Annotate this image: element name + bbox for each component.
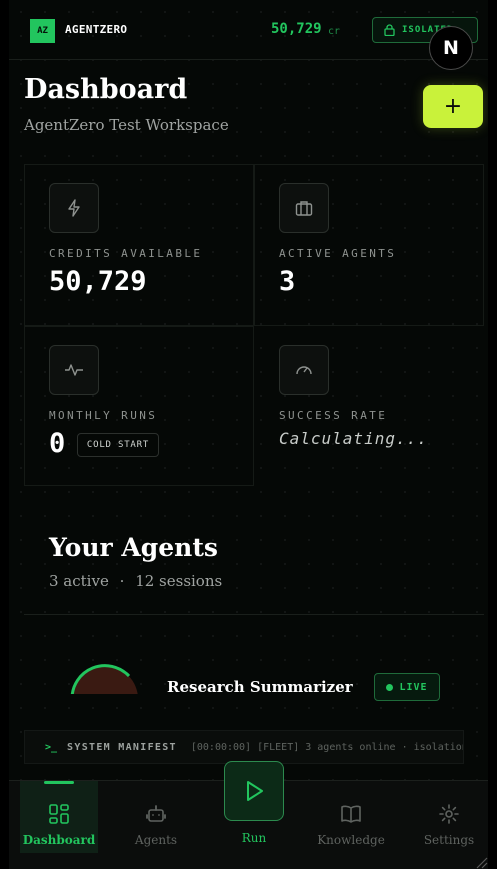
- nav-agents[interactable]: Agents: [117, 781, 195, 853]
- app-frame: AZ AGENTZERO 50,729 cr ISOLATED N Dashbo…: [9, 0, 488, 869]
- section-divider: [24, 614, 484, 615]
- agents-session-count: 12 sessions: [135, 572, 223, 590]
- terminal-prompt-icon: >_: [45, 741, 58, 753]
- robot-icon: [146, 805, 166, 822]
- manifest-log: [00:00:00] [FLEET] 3 agents online · iso…: [190, 741, 464, 753]
- nav-dashboard-label: Dashboard: [22, 833, 96, 847]
- live-dot-icon: [386, 683, 394, 691]
- monthly-runs-value: 0: [49, 428, 66, 459]
- nav-run-label[interactable]: Run: [224, 831, 284, 845]
- agent-avatar: [70, 664, 138, 694]
- dashboard-icon: [49, 804, 69, 824]
- nav-settings-label: Settings: [423, 833, 475, 847]
- success-rate-label: SUCCESS RATE: [279, 409, 388, 422]
- agents-section-title: Your Agents: [49, 533, 218, 562]
- workspace-name: AgentZero Test Workspace: [24, 116, 229, 134]
- active-agents-value: 3: [279, 266, 296, 297]
- header-credits-unit: cr: [328, 26, 341, 37]
- manifest-label: SYSTEM MANIFEST: [67, 741, 177, 753]
- credits-available-value: 50,729: [49, 266, 147, 297]
- nav-knowledge[interactable]: Knowledge: [312, 781, 390, 853]
- agents-summary: 3 active · 12 sessions: [49, 572, 222, 590]
- brand-name: AGENTZERO: [65, 23, 128, 36]
- add-button[interactable]: +: [423, 85, 483, 128]
- credits-available-label: CREDITS AVAILABLE: [49, 247, 203, 260]
- nav-knowledge-label: Knowledge: [317, 833, 385, 847]
- book-icon: [341, 805, 361, 823]
- gear-icon: [439, 804, 459, 824]
- agents-active-count: 3 active: [49, 572, 109, 590]
- system-manifest-bar[interactable]: >_ SYSTEM MANIFEST [00:00:00] [FLEET] 3 …: [24, 730, 464, 764]
- agent-status-label: LIVE: [399, 681, 428, 693]
- top-bar: AZ AGENTZERO 50,729 cr ISOLATED: [9, 0, 488, 60]
- briefcase-icon: [279, 183, 329, 233]
- n-badge-letter: N: [443, 37, 459, 59]
- play-icon: [247, 781, 263, 801]
- agent-name[interactable]: Research Summarizer: [167, 678, 353, 696]
- logo[interactable]: AZ: [30, 19, 55, 43]
- header-credits: 50,729: [271, 21, 322, 37]
- nav-dashboard[interactable]: Dashboard: [20, 781, 98, 853]
- active-agents-label: ACTIVE AGENTS: [279, 247, 397, 260]
- run-button[interactable]: [224, 761, 284, 821]
- n-badge-button[interactable]: N: [429, 26, 473, 70]
- gauge-icon: [279, 345, 329, 395]
- plus-icon: +: [443, 93, 463, 119]
- pulse-icon: [49, 345, 99, 395]
- page-title: Dashboard: [24, 74, 188, 105]
- agent-status-badge: LIVE: [374, 673, 440, 701]
- active-indicator: [44, 781, 74, 784]
- nav-settings[interactable]: Settings: [410, 781, 488, 853]
- summary-separator: ·: [119, 572, 125, 590]
- cold-start-badge: COLD START: [77, 433, 159, 457]
- lock-icon: [384, 24, 395, 36]
- success-rate-value: Calculating...: [279, 429, 428, 448]
- lightning-icon: [49, 183, 99, 233]
- monthly-runs-label: MONTHLY RUNS: [49, 409, 158, 422]
- nav-agents-label: Agents: [134, 833, 178, 847]
- resize-grip-icon[interactable]: [472, 853, 488, 869]
